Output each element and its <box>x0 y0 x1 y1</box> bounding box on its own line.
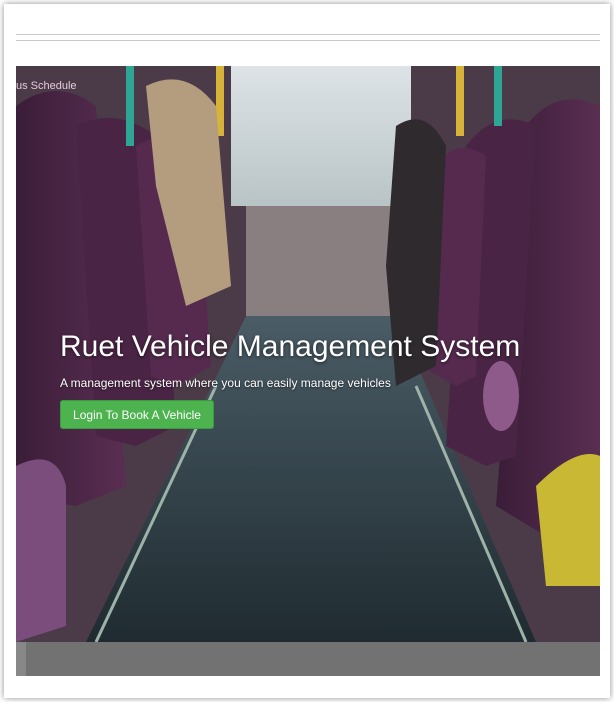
hero-subtitle: A management system where you can easily… <box>60 376 391 390</box>
hero-title: Ruet Vehicle Management System <box>60 330 521 363</box>
footer-bar <box>16 642 600 676</box>
navbar-divider-bottom <box>16 40 600 41</box>
login-to-book-button[interactable]: Login To Book A Vehicle <box>60 400 214 429</box>
navbar-divider-top <box>16 34 600 35</box>
nav-item-bus-schedule[interactable]: us Schedule <box>16 80 77 92</box>
